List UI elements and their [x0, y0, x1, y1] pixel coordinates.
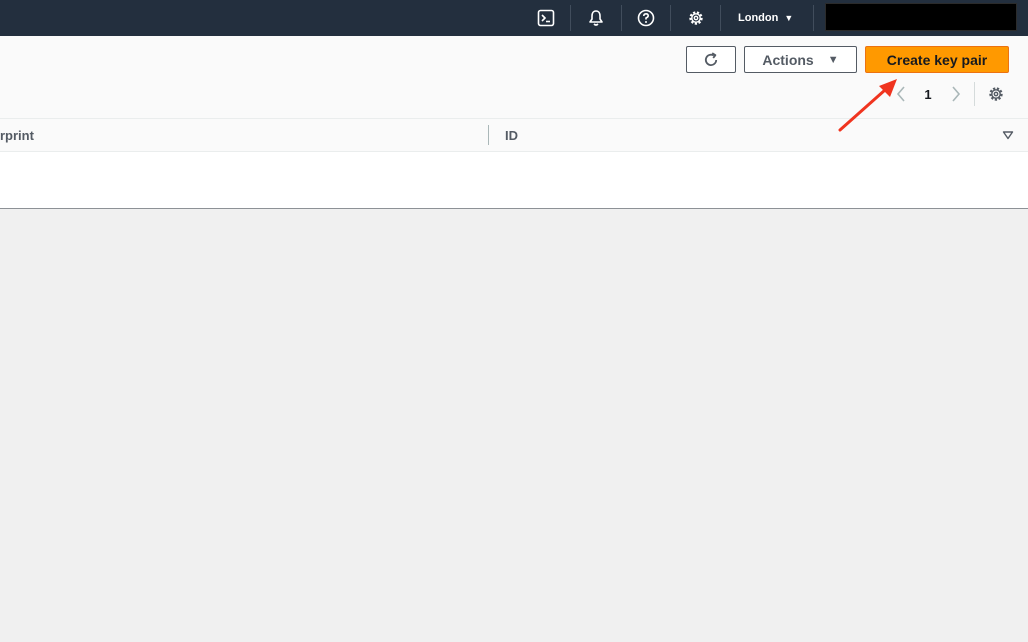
column-resize-handle[interactable] — [488, 125, 489, 145]
actions-dropdown-button[interactable]: Actions ▼ — [744, 46, 857, 73]
column-header-fingerprint[interactable]: rprint — [0, 119, 34, 151]
create-key-pair-button[interactable]: Create key pair — [865, 46, 1009, 73]
top-navigation-bar: London ▼ — [0, 0, 1028, 36]
refresh-icon — [704, 51, 718, 66]
caret-down-icon: ▼ — [827, 53, 839, 66]
current-page-number[interactable]: 1 — [921, 80, 935, 108]
key-pairs-panel: Actions ▼ Create key pair 1 rprint ID — [0, 36, 1028, 209]
table-header-row: rprint ID — [0, 118, 1028, 152]
column-header-id[interactable]: ID — [505, 119, 518, 151]
account-menu-redacted[interactable] — [825, 3, 1017, 31]
create-key-pair-label: Create key pair — [886, 51, 988, 68]
topbar-divider — [621, 5, 622, 31]
refresh-button[interactable] — [686, 46, 736, 73]
chevron-right-icon — [952, 86, 961, 102]
pagination-divider — [974, 82, 975, 106]
topbar-divider — [670, 5, 671, 31]
region-label: London — [738, 12, 779, 24]
gear-icon — [989, 87, 1003, 101]
actions-label: Actions — [762, 51, 814, 68]
panel-header: Actions ▼ Create key pair 1 — [0, 36, 1028, 118]
topbar-divider — [813, 5, 814, 31]
sort-down-icon[interactable] — [1002, 119, 1014, 151]
table-preferences-button[interactable] — [985, 80, 1007, 108]
previous-page-button[interactable] — [892, 80, 910, 108]
notifications-bell-icon[interactable] — [578, 0, 614, 36]
region-selector[interactable]: London ▼ — [738, 0, 793, 36]
next-page-button[interactable] — [947, 80, 965, 108]
caret-down-icon: ▼ — [784, 13, 794, 23]
settings-icon[interactable] — [678, 0, 714, 36]
topbar-divider — [720, 5, 721, 31]
help-icon[interactable] — [628, 0, 664, 36]
topbar-divider — [570, 5, 571, 31]
chevron-left-icon — [896, 86, 905, 102]
cloudshell-icon[interactable] — [528, 0, 564, 36]
